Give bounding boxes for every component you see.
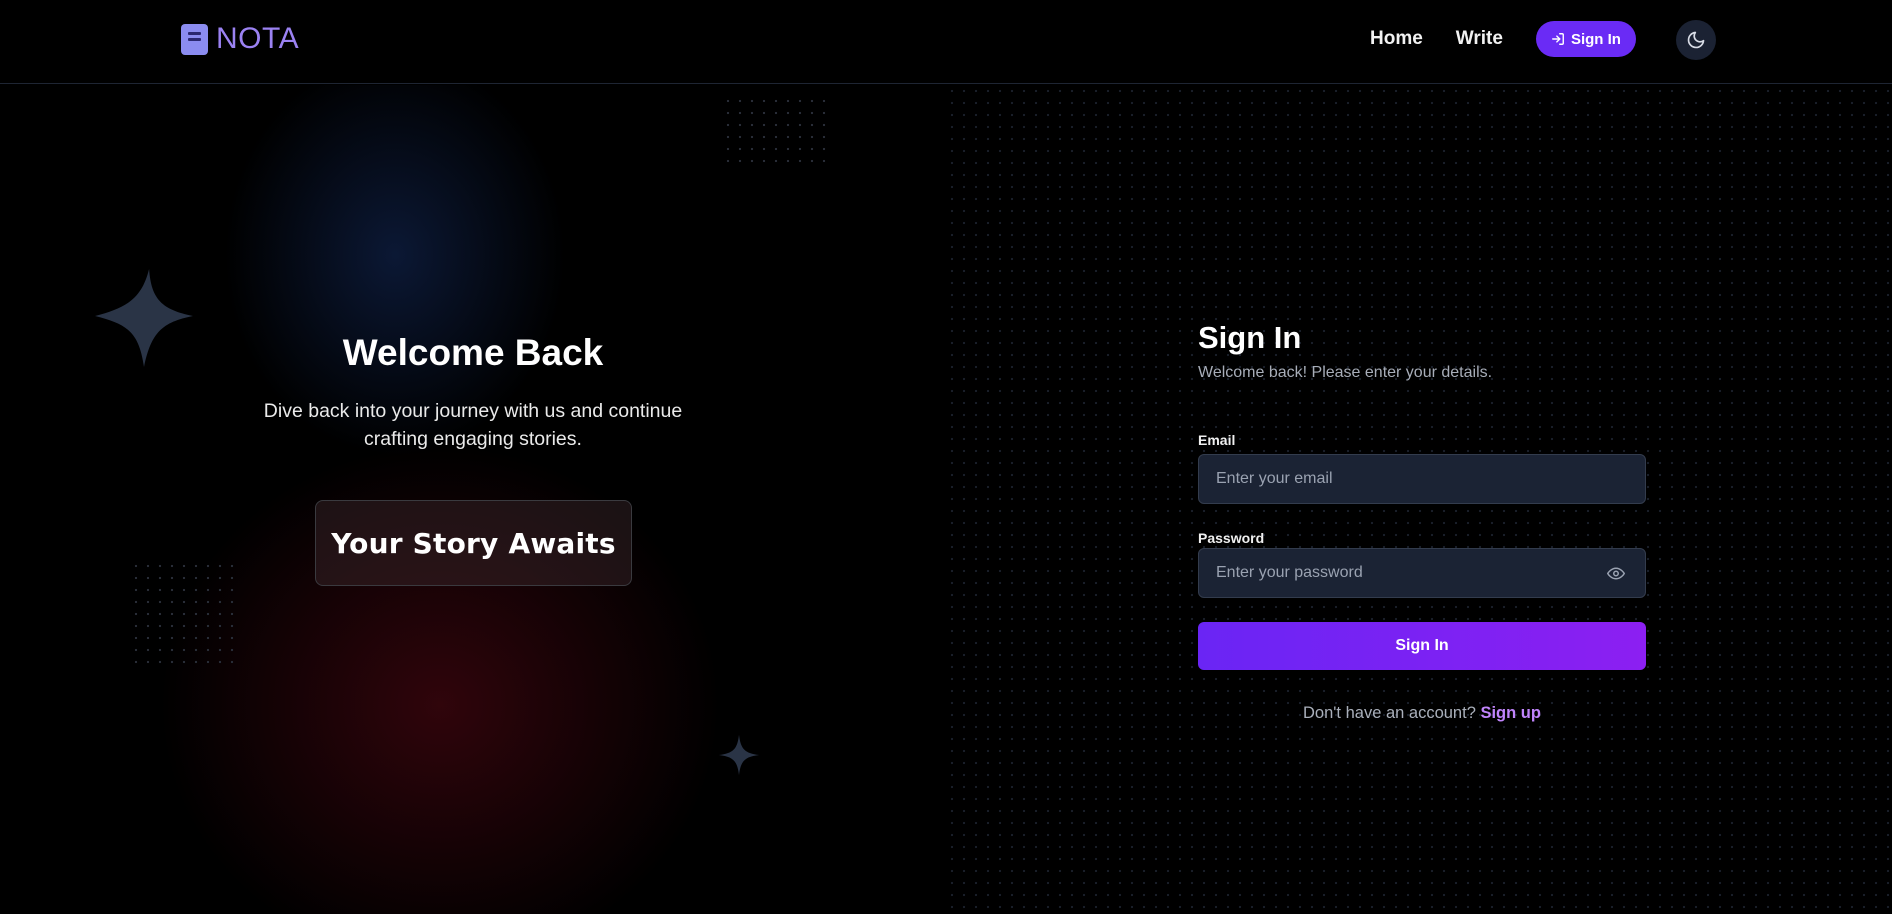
main-nav: Home Write Sign In [1370, 20, 1636, 58]
password-field[interactable] [1199, 549, 1645, 597]
hero-title: Welcome Back [342, 332, 604, 373]
story-badge: Your Story Awaits [315, 500, 632, 586]
form-subtitle: Welcome back! Please enter your details. [1198, 364, 1493, 381]
story-badge-text: Your Story Awaits [331, 526, 616, 560]
book-icon [181, 23, 208, 55]
nav-sign-in-label: Sign In [1570, 30, 1621, 48]
moon-icon [1687, 31, 1705, 49]
eye-icon[interactable] [1607, 566, 1625, 581]
password-field-wrapper [1198, 548, 1646, 598]
sign-in-form: Sign In Welcome back! Please enter your … [1198, 320, 1646, 722]
signup-prompt-text: Don't have an account? [1303, 704, 1476, 722]
password-label: Password [1198, 530, 1265, 546]
nav-home-link[interactable]: Home [1370, 28, 1423, 50]
email-field-wrapper [1198, 454, 1646, 504]
sign-in-submit-button[interactable]: Sign In [1198, 622, 1646, 670]
dot-pattern-decoration [130, 560, 235, 670]
sparkle-icon [95, 269, 193, 367]
top-navbar: NOTA Home Write Sign In [0, 0, 1892, 84]
nav-sign-in-button[interactable]: Sign In [1535, 21, 1636, 57]
nav-write-link[interactable]: Write [1456, 28, 1503, 50]
hero-subtitle: Dive back into your journey with us and … [263, 400, 683, 450]
logo[interactable]: NOTA [181, 22, 299, 56]
signup-link[interactable]: Sign up [1480, 704, 1541, 722]
login-arrow-icon [1552, 33, 1564, 45]
logo-text: NOTA [216, 22, 300, 55]
email-field[interactable] [1199, 455, 1645, 503]
dot-pattern-decoration [722, 95, 832, 165]
theme-toggle-button[interactable] [1676, 20, 1716, 60]
form-title: Sign In [1198, 320, 1302, 355]
email-label: Email [1198, 432, 1236, 448]
signup-prompt: Don't have an account? Sign up [1198, 704, 1646, 723]
sparkle-icon [718, 734, 760, 776]
